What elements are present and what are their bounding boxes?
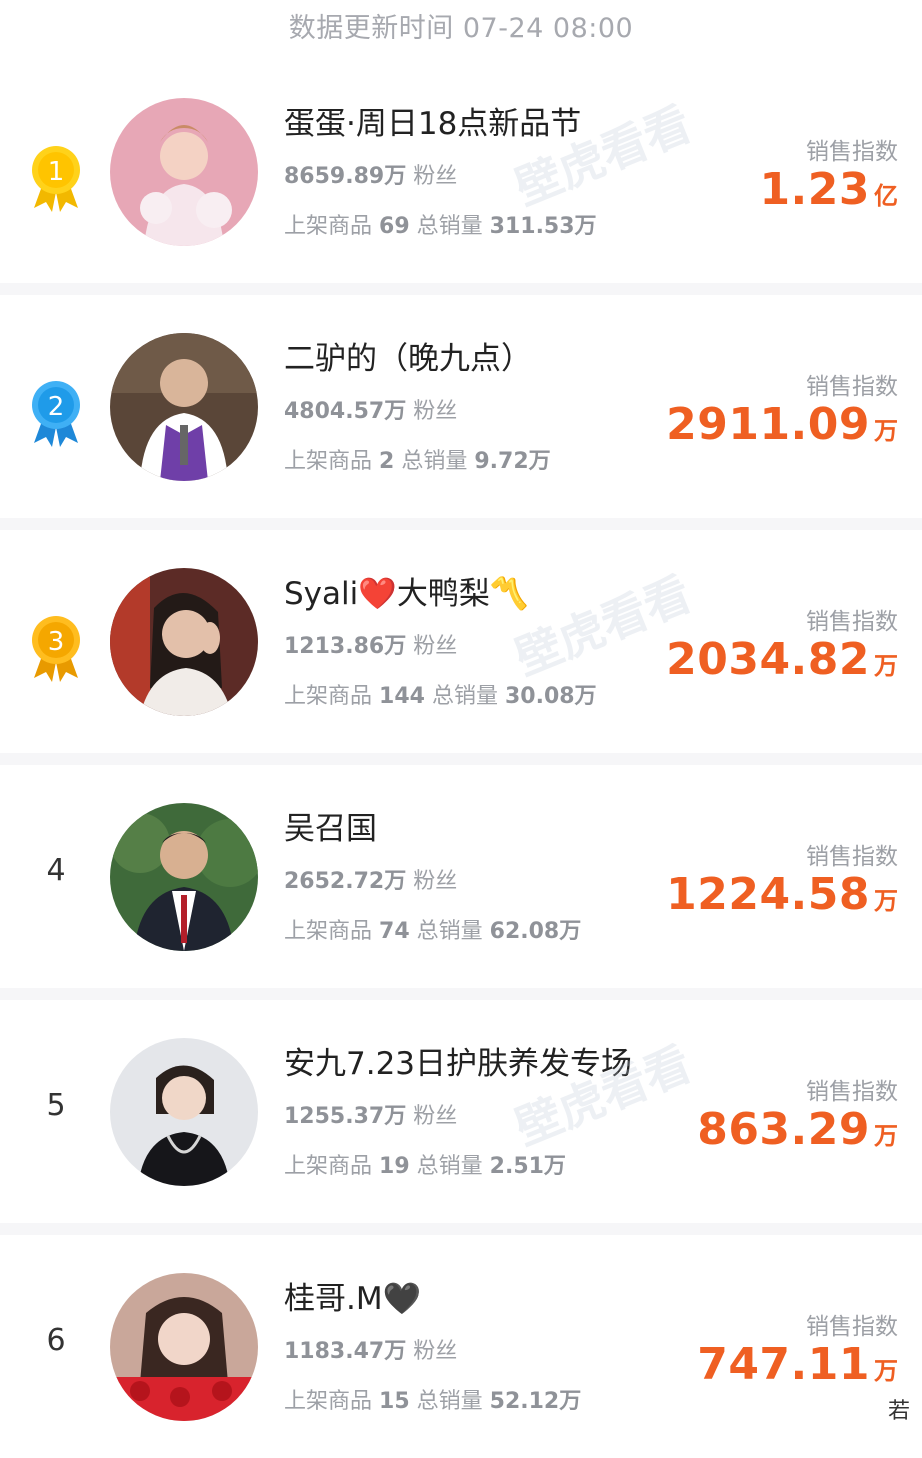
avatar[interactable]	[110, 1038, 258, 1186]
fans-count: 4804.57万 粉丝	[284, 399, 458, 424]
gold-medal-icon: 1	[32, 146, 80, 212]
sales-index-label: 销售指数	[806, 844, 898, 870]
sales-index-label: 销售指数	[806, 1079, 898, 1105]
avatar[interactable]	[110, 568, 258, 716]
fans-count: 1213.86万 粉丝	[284, 634, 458, 659]
list-item[interactable]: 1 蛋蛋·周日18点新品节 8659.89万 粉丝 上架商品 69 总销量 31…	[0, 60, 922, 283]
sales-index-label: 销售指数	[806, 1314, 898, 1340]
sales-index-value: 1.23 亿	[759, 164, 898, 215]
fans-count: 2652.72万 粉丝	[284, 869, 458, 894]
list-item[interactable]: 3 Syali❤️大鸭梨〽️ 1213.86万 粉丝 上架商品 144 总销量 …	[0, 530, 922, 753]
rank-number: 5	[46, 1088, 66, 1123]
bronze-medal-icon: 3	[32, 616, 80, 682]
list-item[interactable]: 4 吴召国 2652.72万 粉丝 上架商品 74 总销量 62.08万 销售指…	[0, 765, 922, 988]
update-time-text: 数据更新时间 07-24 08:00	[288, 13, 634, 44]
goods-info: 上架商品 144 总销量 30.08万	[284, 684, 597, 709]
streamer-name[interactable]: 二驴的（晚九点）	[284, 333, 532, 378]
corner-watermark: 若	[887, 1393, 910, 1425]
sales-index-value: 747.11 万	[697, 1339, 898, 1390]
fans-count: 1255.37万 粉丝	[284, 1104, 458, 1129]
goods-info: 上架商品 2 总销量 9.72万	[284, 449, 551, 474]
blue-medal-icon: 2	[32, 381, 80, 447]
sales-index-value: 2034.82 万	[666, 634, 898, 685]
avatar[interactable]	[110, 333, 258, 481]
divider	[0, 753, 922, 765]
divider	[0, 988, 922, 1000]
sales-index-value: 2911.09 万	[666, 399, 898, 450]
streamer-name[interactable]: 安九7.23日护肤养发专场	[284, 1038, 632, 1083]
avatar[interactable]	[110, 98, 258, 246]
divider	[0, 1223, 922, 1235]
streamer-name[interactable]: 吴召国	[284, 803, 377, 848]
header-bar: 数据更新时间 07-24 08:00	[0, 0, 922, 48]
avatar[interactable]	[110, 803, 258, 951]
sales-index-label: 销售指数	[806, 609, 898, 635]
rank-number: 4	[46, 853, 66, 888]
sales-index-value: 1224.58 万	[666, 869, 898, 920]
goods-info: 上架商品 69 总销量 311.53万	[284, 214, 597, 239]
goods-info: 上架商品 74 总销量 62.08万	[284, 919, 582, 944]
goods-info: 上架商品 19 总销量 2.51万	[284, 1154, 566, 1179]
streamer-name[interactable]: 桂哥.M🖤	[284, 1273, 421, 1318]
sales-index-label: 销售指数	[806, 374, 898, 400]
list-item[interactable]: 5 安九7.23日护肤养发专场 1255.37万 粉丝 上架商品 19 总销量 …	[0, 1000, 922, 1223]
rank-number: 3	[48, 627, 65, 657]
avatar[interactable]	[110, 1273, 258, 1421]
fans-count: 8659.89万 粉丝	[284, 164, 458, 189]
rank-number: 1	[48, 157, 65, 187]
divider	[0, 283, 922, 295]
list-item[interactable]: 6 桂哥.M🖤 1183.47万 粉丝 上架商品 15 总销量 52.12万 销…	[0, 1235, 922, 1458]
list-item[interactable]: 2 二驴的（晚九点） 4804.57万 粉丝 上架商品 2 总销量 9.72万 …	[0, 295, 922, 518]
sales-index-value: 863.29 万	[697, 1104, 898, 1155]
goods-info: 上架商品 15 总销量 52.12万	[284, 1389, 582, 1414]
rank-number: 6	[46, 1323, 66, 1358]
sales-index-label: 销售指数	[806, 139, 898, 165]
rank-number: 2	[48, 392, 65, 422]
streamer-name[interactable]: 蛋蛋·周日18点新品节	[284, 98, 581, 143]
fans-count: 1183.47万 粉丝	[284, 1339, 458, 1364]
divider	[0, 518, 922, 530]
streamer-name[interactable]: Syali❤️大鸭梨〽️	[284, 568, 528, 613]
